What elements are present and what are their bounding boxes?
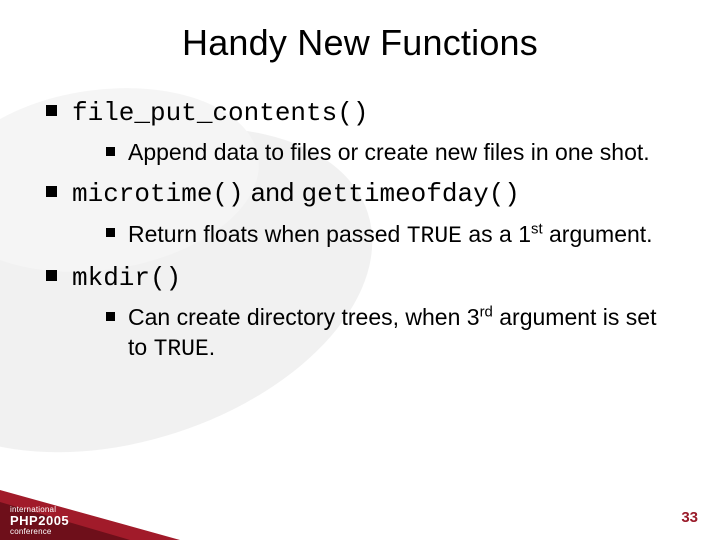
code-text: gettimeofday(): [301, 179, 519, 209]
code-text: microtime(): [72, 179, 244, 209]
sub-bullet-item: Can create directory trees, when 3rd arg…: [106, 302, 680, 365]
sub-bullet-list: Return floats when passed TRUE as a 1st …: [72, 219, 680, 251]
slide-title: Handy New Functions: [40, 22, 680, 64]
body-text: as a 1: [462, 221, 531, 247]
ordinal-suffix: rd: [480, 303, 493, 320]
sub-bullet-list: Can create directory trees, when 3rd arg…: [72, 302, 680, 365]
body-text: Append data to files or create new files…: [128, 139, 650, 165]
bullet-item-2: microtime() and gettimeofday() Return fl…: [46, 175, 680, 250]
sub-bullet-item: Append data to files or create new files…: [106, 137, 680, 167]
body-text: and: [244, 177, 302, 207]
body-text: .: [209, 334, 215, 360]
body-text: Return floats when passed: [128, 221, 407, 247]
sub-bullet-item: Return floats when passed TRUE as a 1st …: [106, 219, 680, 251]
code-text: TRUE: [154, 336, 209, 362]
code-text: mkdir(): [72, 263, 181, 293]
sub-bullet-list: Append data to files or create new files…: [72, 137, 680, 167]
code-text: TRUE: [407, 223, 462, 249]
body-text: argument.: [543, 221, 653, 247]
body-text: Can create directory trees, when 3: [128, 304, 480, 330]
slide: Handy New Functions file_put_contents() …: [0, 0, 720, 540]
ordinal-suffix: st: [531, 220, 543, 237]
bullet-list: file_put_contents() Append data to files…: [40, 94, 680, 365]
bullet-item-3: mkdir() Can create directory trees, when…: [46, 259, 680, 365]
bullet-item-1: file_put_contents() Append data to files…: [46, 94, 680, 167]
code-text: file_put_contents(): [72, 98, 368, 128]
